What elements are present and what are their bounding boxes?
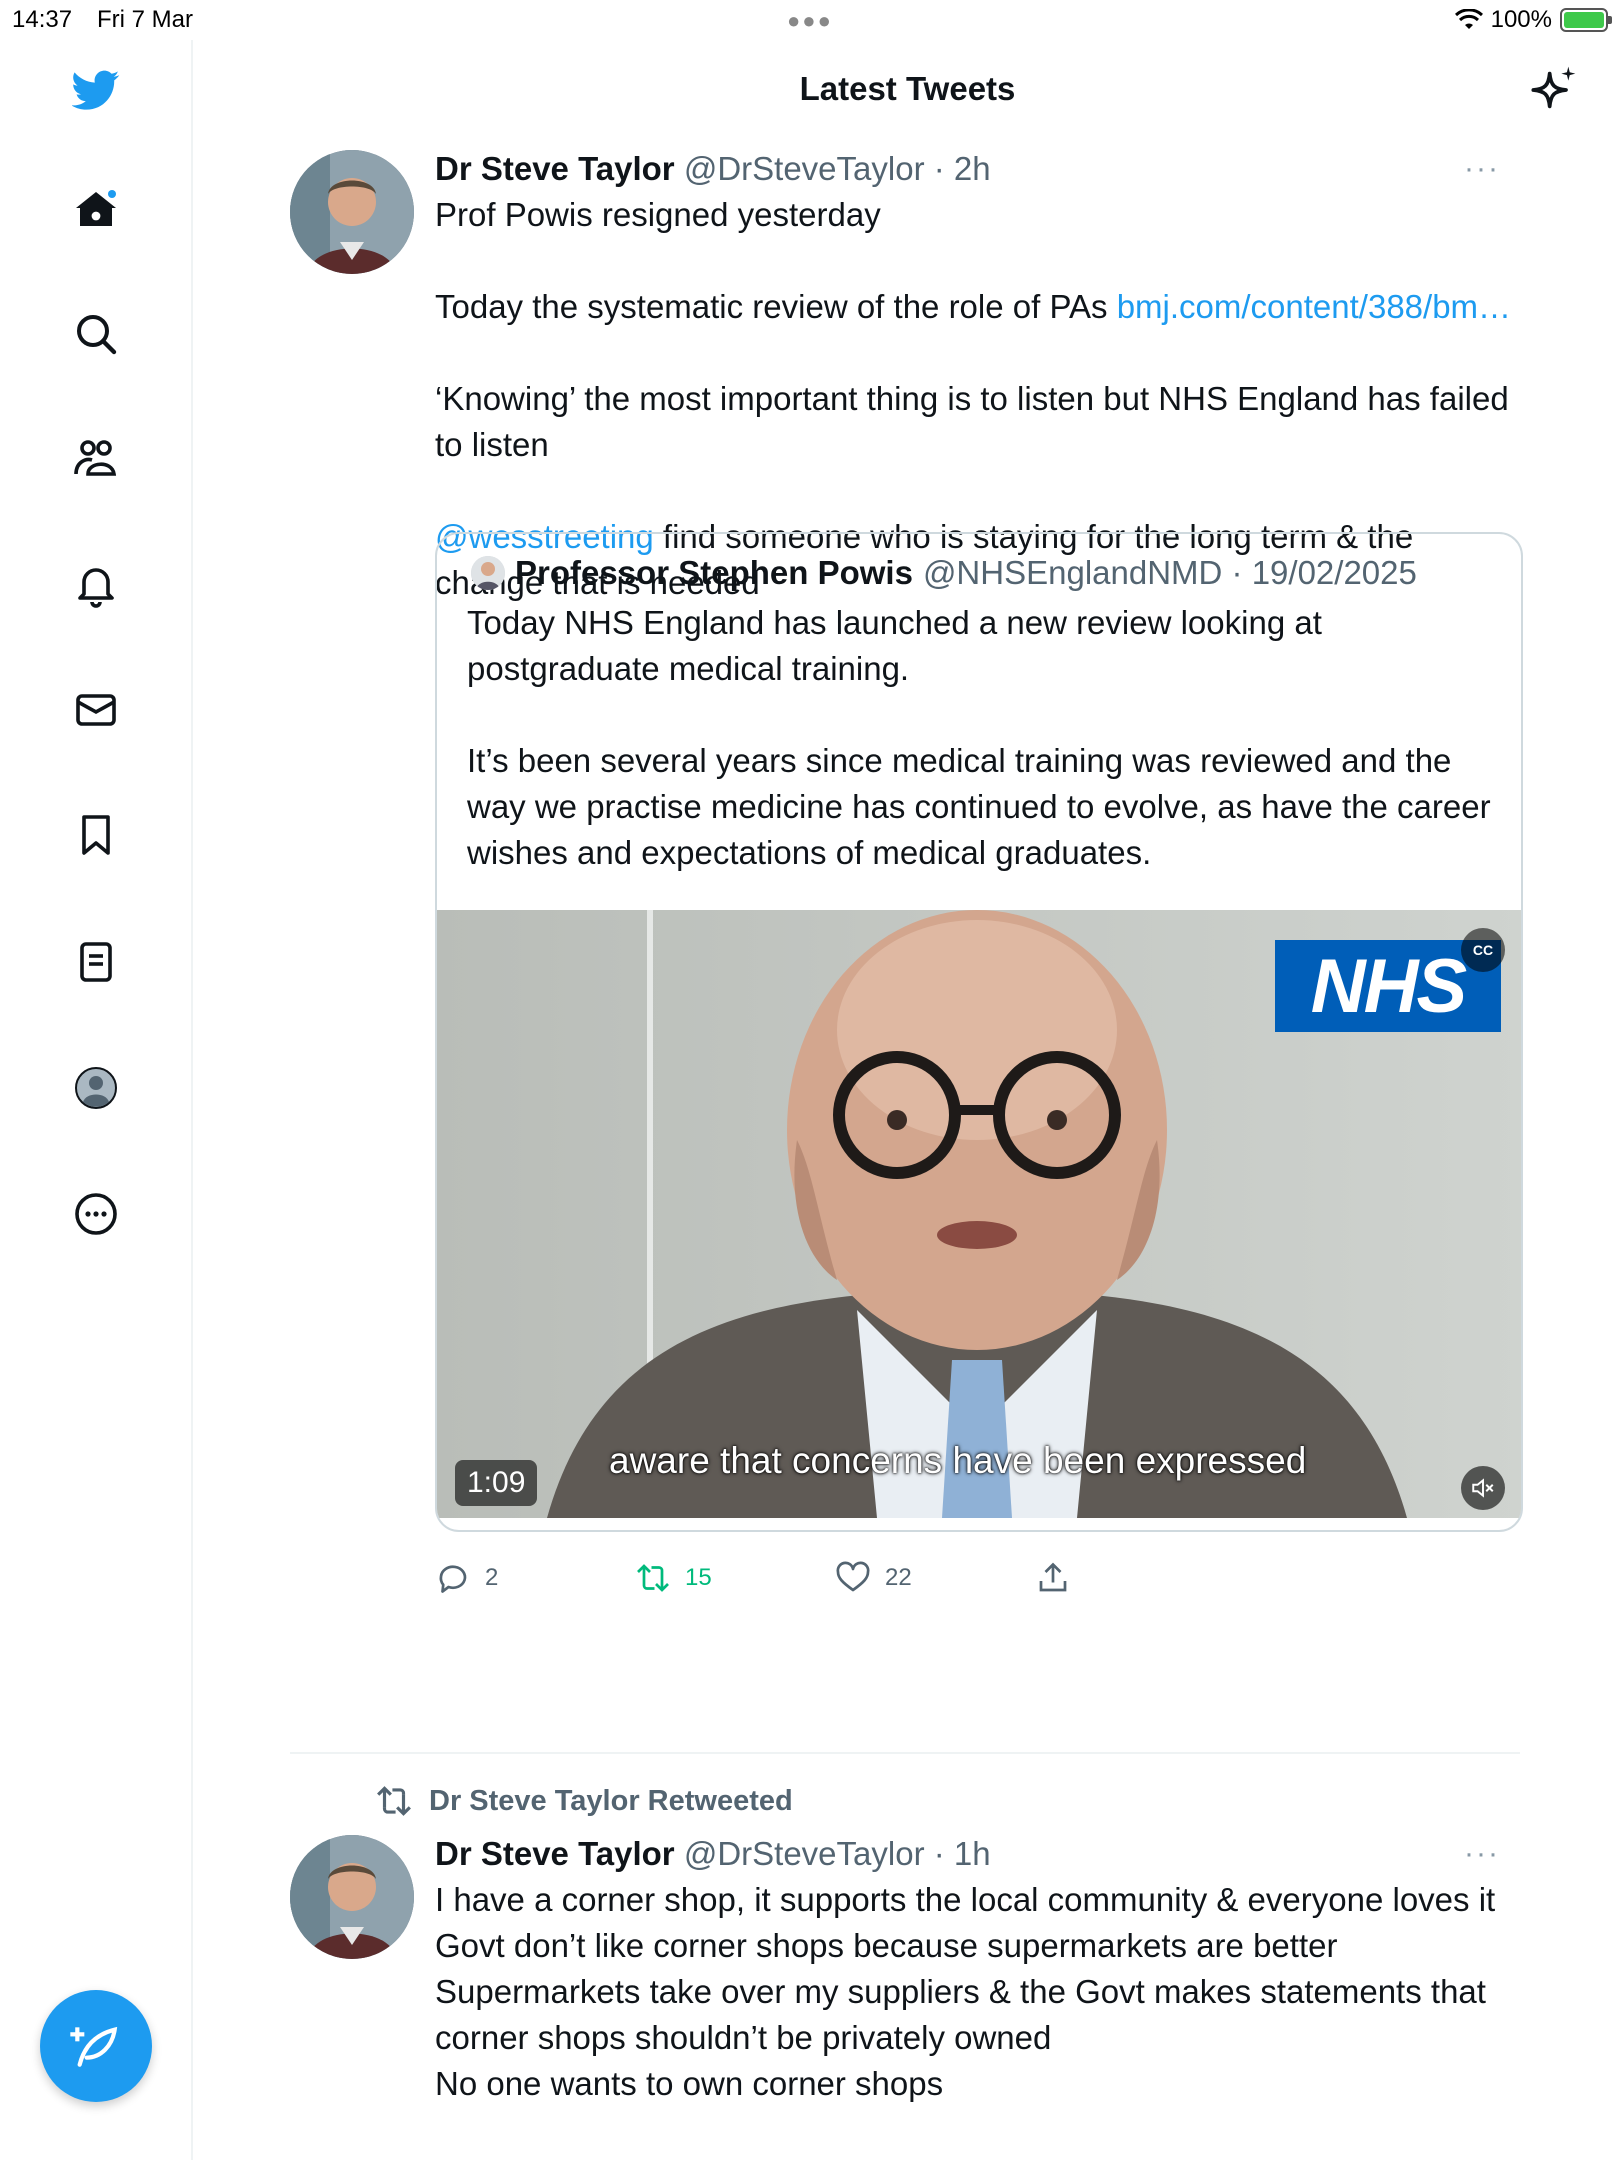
battery-icon	[1560, 8, 1612, 32]
retweet-count: 15	[685, 1564, 712, 1591]
status-bar: 14:37 Fri 7 Mar ●●● 100%	[0, 0, 1620, 40]
tweet-body: I have a corner shop, it supports the lo…	[435, 1877, 1515, 2107]
lists-icon[interactable]	[66, 932, 126, 992]
heart-icon	[836, 1561, 870, 1592]
video-duration: 1:09	[455, 1460, 538, 1506]
tweet-paragraph: ‘Knowing’ the most important thing is to…	[435, 380, 1509, 463]
tweet-divider	[290, 1752, 1520, 1754]
search-icon[interactable]	[66, 304, 126, 364]
wifi-icon	[1454, 9, 1483, 29]
messages-icon[interactable]	[66, 680, 126, 740]
quote-header: Professor Stephen Powis @NHSEnglandNMD ·…	[471, 554, 1417, 592]
retweet-button[interactable]: 15	[635, 1560, 712, 1596]
tweet-line: I have a corner shop, it supports the lo…	[435, 1881, 1496, 1918]
home-icon[interactable]	[66, 180, 126, 240]
tweet-paragraph: Today the systematic review of the role …	[435, 284, 1515, 330]
retweeted-by-text: Dr Steve Taylor Retweeted	[429, 1784, 793, 1817]
author-avatar[interactable]	[290, 1835, 414, 1959]
author-handle[interactable]: @DrSteveTaylor · 1h	[684, 1835, 991, 1872]
status-time: 14:37	[12, 6, 73, 33]
share-button[interactable]	[1035, 1560, 1071, 1596]
speaker-muted-icon	[1472, 1478, 1494, 1498]
sparkle-icon[interactable]	[1524, 62, 1580, 118]
share-icon	[1039, 1562, 1067, 1592]
tweet-line: Govt don’t like corner shops because sup…	[435, 1927, 1338, 1964]
quote-paragraph: It’s been several years since medical tr…	[467, 742, 1491, 871]
sidebar	[0, 40, 193, 2160]
author-name[interactable]: Dr Steve Taylor	[435, 1835, 675, 1872]
tweet-text-span: Today the systematic review of the role …	[435, 288, 1117, 325]
status-date: Fri 7 Mar	[97, 6, 193, 33]
quote-body: Today NHS England has launched a new rev…	[467, 600, 1497, 922]
tweet-more-button[interactable]: ···	[1464, 152, 1500, 186]
bmj-link[interactable]: bmj.com/content/388/bm…	[1117, 288, 1511, 325]
reply-icon	[439, 1565, 467, 1593]
tweet-more-button[interactable]: ···	[1464, 1837, 1500, 1871]
video-player[interactable]: NHS CC aware that concerns have been exp…	[437, 910, 1521, 1518]
author-handle[interactable]: @DrSteveTaylor · 2h	[684, 150, 991, 187]
compose-icon	[70, 2026, 118, 2067]
mute-toggle[interactable]	[1461, 1466, 1505, 1510]
multitask-dots-icon[interactable]: ●●●	[787, 8, 833, 34]
quote-author-avatar	[471, 556, 505, 590]
tweet-header: Dr Steve Taylor @DrSteveTaylor · 2h	[435, 150, 991, 188]
compose-tweet-button[interactable]	[40, 1990, 152, 2102]
communities-icon[interactable]	[66, 428, 126, 488]
like-button[interactable]: 22	[835, 1560, 912, 1596]
bookmarks-icon[interactable]	[66, 805, 126, 865]
retweet-icon	[377, 1786, 411, 1816]
tweet-header: Dr Steve Taylor @DrSteveTaylor · 1h	[435, 1835, 991, 1873]
quoted-tweet[interactable]: Professor Stephen Powis @NHSEnglandNMD ·…	[435, 532, 1523, 1532]
profile-avatar-icon[interactable]	[66, 1058, 126, 1118]
reply-count: 2	[485, 1564, 499, 1591]
more-options-icon[interactable]	[66, 1184, 126, 1244]
video-caption: aware that concerns have been expressed	[609, 1440, 1307, 1481]
page-title: Latest Tweets	[799, 70, 1016, 107]
status-right: 100%	[1454, 6, 1612, 34]
tweet-paragraph: Prof Powis resigned yesterday	[435, 196, 881, 233]
tweet-line: No one wants to own corner shops	[435, 2065, 944, 2102]
tweet-line: Supermarkets take over my suppliers & th…	[435, 1973, 1486, 2056]
quote-author-handle: @NHSEnglandNMD · 19/02/2025	[922, 554, 1417, 591]
tweet-card[interactable]: Dr Steve Taylor @DrSteveTaylor · 1h ··· …	[290, 1835, 1520, 2160]
twitter-logo-icon[interactable]	[66, 60, 126, 120]
retweet-icon	[637, 1564, 669, 1592]
like-count: 22	[885, 1564, 912, 1591]
author-name[interactable]: Dr Steve Taylor	[435, 150, 675, 187]
quote-author-name: Professor Stephen Powis	[515, 554, 913, 591]
closed-captions-icon[interactable]: CC	[1461, 928, 1505, 972]
battery-percent: 100%	[1490, 6, 1552, 33]
header: Latest Tweets	[195, 40, 1620, 140]
author-avatar[interactable]	[290, 150, 414, 274]
tweet-actions: 2 15 22	[435, 1560, 1435, 1610]
reply-button[interactable]: 2	[435, 1560, 498, 1596]
tweet-card[interactable]: Dr Steve Taylor @DrSteveTaylor · 2h ··· …	[290, 150, 1523, 1750]
notifications-icon[interactable]	[66, 554, 126, 614]
retweeted-by-label[interactable]: Dr Steve Taylor Retweeted	[375, 1782, 793, 1820]
quote-paragraph: Today NHS England has launched a new rev…	[467, 604, 1322, 687]
